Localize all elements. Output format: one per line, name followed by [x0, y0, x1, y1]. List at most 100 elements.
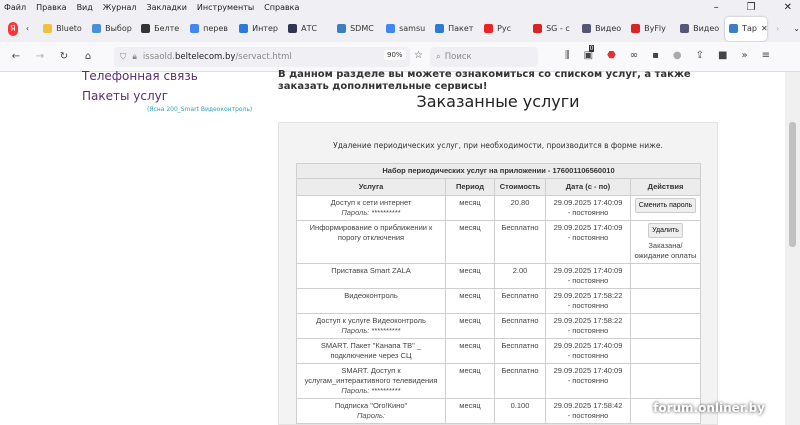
- tab-1[interactable]: Выбор: [88, 24, 134, 33]
- lock-icon[interactable]: 🔒︎: [132, 52, 137, 62]
- adblock-icon[interactable]: ⬣: [607, 50, 616, 61]
- scrollbar-thumb[interactable]: [789, 122, 796, 247]
- service-cell: Видеоконтроль: [296, 288, 446, 314]
- tab-label: АТС: [301, 24, 318, 33]
- date-until: - постоянно: [567, 276, 609, 285]
- col-service: Услуга: [296, 178, 446, 196]
- cost-cell: Бесплатно: [494, 363, 546, 399]
- menu-file[interactable]: Файл: [4, 3, 26, 12]
- overflow-icon[interactable]: »: [742, 50, 748, 61]
- table-row: Подписка "Ого!Кино" Пароль: месяц 0.100 2…: [296, 398, 701, 424]
- tabs-scroll-right-button[interactable]: ›: [776, 24, 779, 33]
- tab-label: Интер: [252, 24, 278, 33]
- sidebar-item-phone[interactable]: Телефонная связь: [82, 69, 198, 83]
- tab-4[interactable]: Интер: [235, 24, 281, 33]
- tab-0[interactable]: Blueto: [39, 24, 85, 33]
- tab-10[interactable]: SG - с: [529, 24, 575, 33]
- page-content: Телефонная связь Пакеты услуг (Ясна 200_…: [0, 69, 785, 425]
- menu-help[interactable]: Справка: [264, 3, 299, 12]
- scrollbar[interactable]: [785, 72, 800, 425]
- tab-label: перев: [203, 24, 228, 33]
- yandex-icon[interactable]: Я: [8, 21, 18, 36]
- delete-button[interactable]: Удалить: [648, 223, 683, 238]
- bookmark-star-icon[interactable]: ☆: [414, 50, 423, 61]
- tab-label: Рус: [497, 24, 512, 33]
- cost-cell: Бесплатно: [494, 288, 546, 314]
- period-cell: месяц: [445, 338, 495, 364]
- tab-6[interactable]: SDMC: [333, 24, 379, 33]
- menu-edit[interactable]: Правка: [36, 3, 66, 12]
- tab-2[interactable]: Белте: [137, 24, 183, 33]
- tab-7[interactable]: samsu: [382, 24, 428, 33]
- date-from: 29.09.2025 17:40:09: [553, 266, 623, 275]
- tab-label: Выбор: [105, 24, 132, 33]
- library-icon[interactable]: ⫼: [565, 50, 570, 61]
- share-icon[interactable]: ⇪: [696, 50, 704, 61]
- minimize-button[interactable]: –: [714, 2, 719, 13]
- cost-cell: 2.00: [494, 263, 546, 289]
- tab-11[interactable]: Видео: [578, 24, 624, 33]
- close-tab-icon[interactable]: ✕: [761, 24, 767, 33]
- actions-cell: [630, 363, 701, 399]
- table-caption: Набор периодических услуг на приложении …: [296, 163, 701, 179]
- tab-label: Тар: [742, 24, 757, 33]
- cost-cell: 20.80: [494, 195, 546, 221]
- period-cell: месяц: [445, 220, 495, 264]
- na-extension-icon[interactable]: ■: [718, 50, 727, 61]
- tab-list-chevron-icon[interactable]: ⌄: [793, 24, 800, 33]
- watermark: forum.onliner.by: [653, 401, 765, 415]
- table-row: Видеоконтроль месяц Бесплатно 29.09.2025…: [296, 288, 701, 314]
- change-password-button[interactable]: Сменить пароль: [634, 198, 697, 213]
- menu-view[interactable]: Вид: [77, 3, 93, 12]
- tab-label: Blueto: [56, 24, 82, 33]
- col-date: Дата (с - по): [545, 178, 631, 196]
- menu-tools[interactable]: Инструменты: [197, 3, 254, 12]
- url-text[interactable]: issaold.beltelecom.by/servact.html: [143, 52, 292, 62]
- tab-3[interactable]: перев: [186, 24, 232, 33]
- tab-14[interactable]: Тар ✕: [725, 16, 768, 41]
- url-bar[interactable]: ⛉ 🔒︎ issaold.beltelecom.by/servact.html …: [114, 47, 410, 67]
- home-button[interactable]: ⌂: [76, 51, 100, 62]
- sidebar-item-packages[interactable]: Пакеты услуг: [82, 89, 168, 103]
- favicon-icon: [729, 24, 739, 33]
- extension-gray-icon[interactable]: ●: [673, 50, 682, 61]
- close-window-button[interactable]: ✕: [784, 2, 792, 13]
- tab-12[interactable]: ByFly: [627, 24, 673, 33]
- menu-bookmarks[interactable]: Закладки: [146, 3, 186, 12]
- search-input[interactable]: ⌕ Поиск: [430, 47, 538, 67]
- restore-button[interactable]: ❐: [747, 2, 756, 13]
- back-button[interactable]: ←: [4, 51, 28, 62]
- tab-9[interactable]: Рус: [480, 24, 526, 33]
- password-value: **********: [371, 208, 401, 217]
- forward-button[interactable]: →: [28, 51, 52, 62]
- date-cell: 29.09.2025 17:40:09- постоянно: [545, 263, 631, 289]
- cost-cell: Бесплатно: [494, 313, 546, 339]
- tab-13[interactable]: Видео: [676, 24, 722, 33]
- extension-badge-icon[interactable]: ▣ 0: [584, 45, 595, 61]
- favicon-icon: [435, 24, 445, 33]
- menu-history[interactable]: Журнал: [103, 3, 137, 12]
- current-package-link[interactable]: (Ясна 200_Smart Видеоконтроль): [147, 106, 252, 113]
- date-from: 29.09.2025 17:40:09: [553, 223, 623, 232]
- hamburger-menu-icon[interactable]: ≡: [762, 50, 770, 61]
- favicon-icon: [190, 24, 200, 33]
- shield-icon[interactable]: ⛉: [120, 52, 126, 62]
- actions-cell: [630, 338, 701, 364]
- tab-label: samsu: [399, 24, 426, 33]
- tab-label: Видео: [595, 24, 622, 33]
- tab-label: SDMC: [350, 24, 374, 33]
- password-value: **********: [371, 326, 401, 335]
- service-cell: Приставка Smart ZALA: [296, 263, 446, 289]
- extension-icon[interactable]: ▪: [652, 50, 659, 61]
- period-cell: месяц: [445, 195, 495, 221]
- tab-8[interactable]: Пакет: [431, 24, 477, 33]
- zoom-level[interactable]: 90%: [384, 50, 406, 60]
- period-cell: месяц: [445, 313, 495, 339]
- password-label: Пароль:: [341, 386, 370, 395]
- incognito-icon[interactable]: ∞: [630, 50, 638, 61]
- reload-button[interactable]: ↻: [52, 51, 76, 62]
- tabs-scroll-left-button[interactable]: ‹: [26, 24, 29, 33]
- favicon-icon: [484, 24, 494, 33]
- tab-5[interactable]: АТС: [284, 24, 330, 33]
- favicon-icon: [582, 24, 592, 33]
